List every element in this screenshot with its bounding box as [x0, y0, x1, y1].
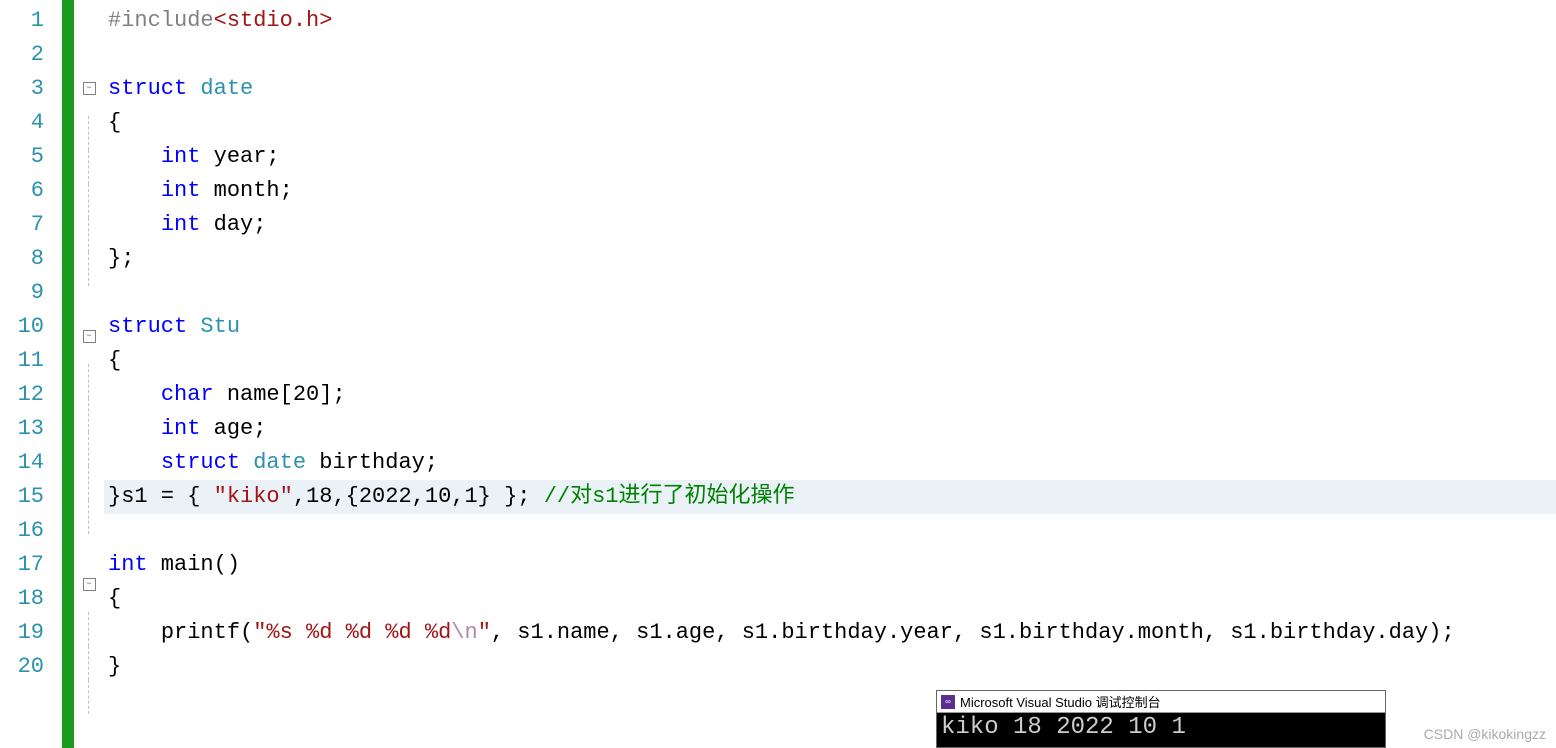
line-number[interactable]: 14	[0, 446, 44, 480]
code-line: {	[104, 106, 1556, 140]
line-number[interactable]: 6	[0, 174, 44, 208]
fold-column: − − −	[74, 0, 104, 748]
code-line: struct date	[104, 72, 1556, 106]
code-line: char name[20];	[104, 378, 1556, 412]
code-line: {	[104, 344, 1556, 378]
line-number[interactable]: 10	[0, 310, 44, 344]
code-line: {	[104, 582, 1556, 616]
code-editor: 1 2 3 4 5 6 7 8 9 10 11 12 13 14 15 16 1…	[0, 0, 1556, 748]
fold-toggle-icon[interactable]: −	[83, 330, 96, 343]
code-area[interactable]: #include<stdio.h> struct date { int year…	[104, 0, 1556, 748]
watermark-text: CSDN @kikokingzz	[1424, 726, 1546, 742]
code-line	[104, 514, 1556, 548]
line-number[interactable]: 15	[0, 480, 44, 514]
line-number[interactable]: 5	[0, 140, 44, 174]
line-number[interactable]: 12	[0, 378, 44, 412]
code-line: printf("%s %d %d %d %d\n", s1.name, s1.a…	[104, 616, 1556, 650]
fold-toggle-icon[interactable]: −	[83, 82, 96, 95]
line-number[interactable]: 3	[0, 72, 44, 106]
line-number[interactable]: 9	[0, 276, 44, 310]
code-line: int main()	[104, 548, 1556, 582]
line-number[interactable]: 1	[0, 4, 44, 38]
vs-icon: ∞	[941, 695, 955, 709]
code-line: };	[104, 242, 1556, 276]
code-line	[104, 38, 1556, 72]
code-line	[104, 276, 1556, 310]
debug-console-window[interactable]: ∞ Microsoft Visual Studio 调试控制台 kiko 18 …	[936, 690, 1386, 748]
code-line: struct Stu	[104, 310, 1556, 344]
line-number[interactable]: 18	[0, 582, 44, 616]
console-titlebar[interactable]: ∞ Microsoft Visual Studio 调试控制台	[937, 691, 1385, 713]
code-line: }	[104, 650, 1556, 684]
line-number[interactable]: 11	[0, 344, 44, 378]
line-number[interactable]: 16	[0, 514, 44, 548]
line-number[interactable]: 2	[0, 38, 44, 72]
line-number[interactable]: 7	[0, 208, 44, 242]
code-line: int year;	[104, 140, 1556, 174]
code-line: #include<stdio.h>	[104, 4, 1556, 38]
code-line: int month;	[104, 174, 1556, 208]
change-indicator-bar	[62, 0, 74, 748]
line-number[interactable]: 8	[0, 242, 44, 276]
code-line: int age;	[104, 412, 1556, 446]
console-title-text: Microsoft Visual Studio 调试控制台	[960, 692, 1161, 711]
line-number[interactable]: 20	[0, 650, 44, 684]
line-number[interactable]: 4	[0, 106, 44, 140]
line-number[interactable]: 17	[0, 548, 44, 582]
line-number[interactable]: 13	[0, 412, 44, 446]
fold-toggle-icon[interactable]: −	[83, 578, 96, 591]
code-line-current: }s1 = { "kiko",18,{2022,10,1} }; //对s1进行…	[104, 480, 1556, 514]
console-output: kiko 18 2022 10 1	[937, 713, 1385, 747]
code-line: struct date birthday;	[104, 446, 1556, 480]
line-number-gutter: 1 2 3 4 5 6 7 8 9 10 11 12 13 14 15 16 1…	[0, 0, 56, 748]
line-number[interactable]: 19	[0, 616, 44, 650]
code-line: int day;	[104, 208, 1556, 242]
